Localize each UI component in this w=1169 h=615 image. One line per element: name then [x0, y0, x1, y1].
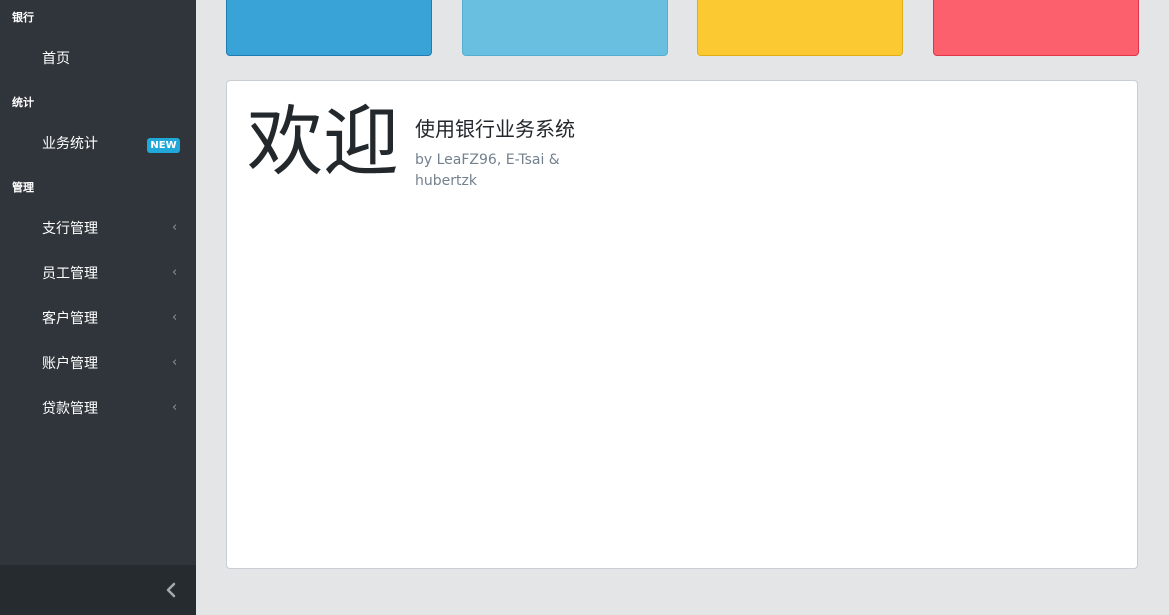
sidebar-item-label: 首页 [42, 51, 70, 67]
chevron-left-icon [166, 582, 176, 598]
sidebar-item-customer-management[interactable]: 客户管理 ‹ [0, 297, 196, 341]
sidebar-item-label: 客户管理 [42, 311, 98, 327]
chevron-left-icon: ‹ [172, 265, 178, 280]
new-badge: NEW [147, 138, 180, 153]
author-credits: by LeaFZ96, E-Tsai & hubertzk [415, 152, 560, 189]
chevron-left-icon: ‹ [172, 355, 178, 370]
nav-section-title-manage: 管理 [12, 181, 34, 194]
stat-card-light-blue [462, 0, 668, 56]
sidebar-item-label: 账户管理 [42, 356, 98, 372]
welcome-card: 欢迎 使用银行业务系统 by LeaFZ96, E-Tsai & hubertz… [226, 80, 1138, 569]
sidebar-item-label: 业务统计 [42, 136, 98, 152]
chevron-left-icon: ‹ [172, 310, 178, 325]
sidebar-item-business-stats[interactable]: 业务统计 NEW [0, 122, 196, 166]
sidebar-item-employee-management[interactable]: 员工管理 ‹ [0, 252, 196, 296]
welcome-subtitle: 使用银行业务系统 [415, 117, 575, 141]
nav-section-title-bank: 银行 [12, 11, 34, 24]
stat-card-blue [226, 0, 432, 56]
sidebar-item-loan-management[interactable]: 贷款管理 ‹ [0, 387, 196, 431]
sidebar-item-label: 员工管理 [42, 266, 98, 282]
chevron-left-icon: ‹ [172, 220, 178, 235]
chevron-left-icon: ‹ [172, 400, 178, 415]
sidebar-minimizer-button[interactable] [0, 565, 196, 615]
sidebar-item-label: 贷款管理 [42, 401, 98, 417]
sidebar-item-home[interactable]: 首页 [0, 37, 196, 81]
sidebar-item-branch-management[interactable]: 支行管理 ‹ [0, 207, 196, 251]
sidebar: 银行 首页 统计 业务统计 NEW 管理 支行管理 ‹ 员工管理 ‹ 客户管理 … [0, 0, 196, 615]
welcome-title: 欢迎 [247, 97, 399, 186]
stat-card-red [933, 0, 1139, 56]
sidebar-item-account-management[interactable]: 账户管理 ‹ [0, 342, 196, 386]
nav-section-title-stats: 统计 [12, 96, 34, 109]
sidebar-item-label: 支行管理 [42, 221, 98, 237]
stat-card-yellow [697, 0, 903, 56]
